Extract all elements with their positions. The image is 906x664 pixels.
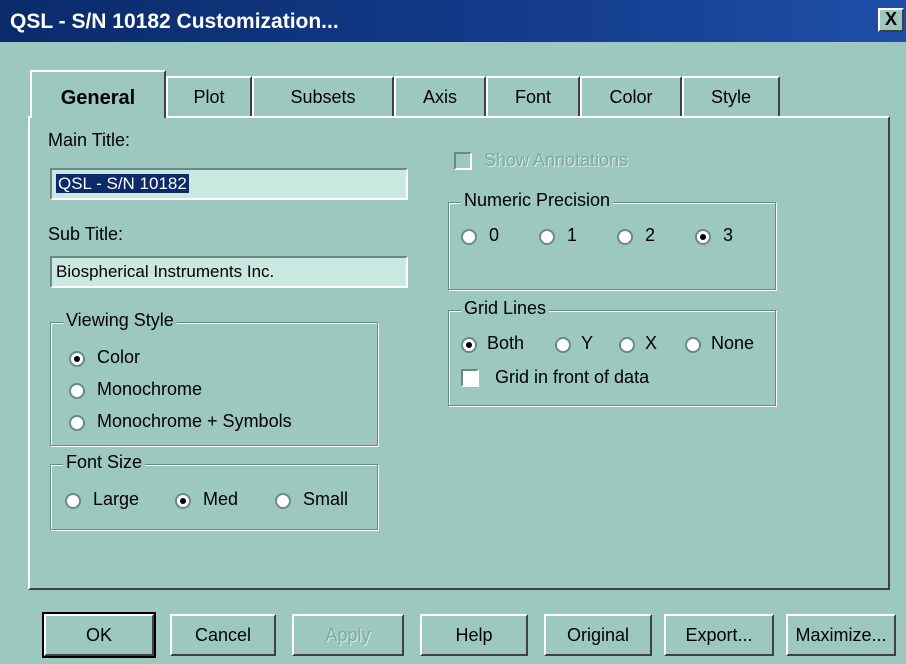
- radio-large-label: Large: [93, 489, 140, 509]
- radio-precision-3-label: 3: [723, 225, 734, 245]
- radio-monochrome-symbols[interactable]: [69, 415, 85, 431]
- apply-label: Apply: [325, 625, 371, 645]
- viewing-style-legend: Viewing Style: [63, 310, 177, 331]
- show-annotations-label: Show Annotations: [484, 150, 629, 170]
- radio-grid-none[interactable]: [685, 337, 701, 353]
- radio-grid-x-label: X: [645, 333, 658, 353]
- window-title: QSL - S/N 10182 Customization...: [10, 10, 339, 33]
- tab-label: Style: [710, 87, 752, 107]
- maximize-label: Maximize...: [795, 625, 887, 645]
- numeric-precision-legend: Numeric Precision: [461, 190, 614, 211]
- ok-label: OK: [85, 625, 112, 645]
- cancel-button[interactable]: Cancel: [170, 614, 276, 656]
- title-bar: QSL - S/N 10182 Customization... X: [0, 0, 906, 42]
- original-button[interactable]: Original: [544, 614, 652, 656]
- ok-button[interactable]: OK: [42, 612, 156, 658]
- radio-grid-both[interactable]: [461, 337, 477, 353]
- radio-small[interactable]: [275, 493, 291, 509]
- radio-color-label: Color: [97, 347, 141, 367]
- sub-title-label: Sub Title:: [48, 224, 124, 244]
- export-button[interactable]: Export...: [664, 614, 774, 656]
- apply-button[interactable]: Apply: [292, 614, 404, 656]
- tab-font[interactable]: Font: [486, 76, 580, 116]
- grid-front-label: Grid in front of data: [495, 367, 650, 387]
- radio-monochrome-label: Monochrome: [97, 379, 203, 399]
- show-annotations-checkbox[interactable]: [454, 152, 472, 170]
- tab-plot[interactable]: Plot: [166, 76, 252, 116]
- tab-style[interactable]: Style: [682, 76, 780, 116]
- radio-large[interactable]: [65, 493, 81, 509]
- tab-label: Subsets: [290, 87, 356, 107]
- grid-lines-group: Grid Lines Both Y X None Grid in front o…: [448, 298, 776, 406]
- radio-med[interactable]: [175, 493, 191, 509]
- maximize-button[interactable]: Maximize...: [786, 614, 896, 656]
- tab-color[interactable]: Color: [580, 76, 682, 116]
- viewing-style-group: Viewing Style Color Monochrome Monochrom…: [50, 310, 378, 446]
- radio-precision-2-label: 2: [645, 225, 656, 245]
- sub-title-value: Biospherical Instruments Inc.: [56, 262, 275, 281]
- radio-grid-none-label: None: [711, 333, 755, 353]
- main-title-value: QSL - S/N 10182: [56, 174, 189, 193]
- radio-precision-0[interactable]: [461, 229, 477, 245]
- radio-monochrome[interactable]: [69, 383, 85, 399]
- font-size-legend: Font Size: [63, 452, 146, 473]
- radio-precision-2[interactable]: [617, 229, 633, 245]
- close-icon: X: [884, 9, 897, 29]
- radio-monochrome-symbols-label: Monochrome + Symbols: [97, 411, 292, 431]
- radio-grid-y[interactable]: [555, 337, 571, 353]
- radio-grid-both-label: Both: [487, 333, 525, 353]
- radio-med-label: Med: [203, 489, 239, 509]
- grid-front-checkbox[interactable]: [461, 369, 479, 387]
- main-title-input[interactable]: QSL - S/N 10182: [50, 168, 408, 200]
- help-label: Help: [455, 625, 493, 645]
- radio-grid-x[interactable]: [619, 337, 635, 353]
- radio-precision-1-label: 1: [567, 225, 578, 245]
- grid-lines-legend: Grid Lines: [461, 298, 550, 319]
- tab-general[interactable]: General: [30, 70, 166, 118]
- radio-precision-3[interactable]: [695, 229, 711, 245]
- tab-label: Color: [609, 87, 653, 107]
- tab-label: General: [60, 87, 136, 109]
- tab-label: Font: [514, 87, 552, 107]
- radio-precision-0-label: 0: [489, 225, 500, 245]
- radio-precision-1[interactable]: [539, 229, 555, 245]
- tab-subsets[interactable]: Subsets: [252, 76, 394, 116]
- main-title-label: Main Title:: [48, 130, 131, 150]
- font-size-group: Font Size Large Med Small: [50, 452, 378, 530]
- tab-axis[interactable]: Axis: [394, 76, 486, 116]
- help-button[interactable]: Help: [420, 614, 528, 656]
- numeric-precision-group: Numeric Precision 0 1 2 3: [448, 190, 776, 290]
- export-label: Export...: [685, 625, 753, 645]
- tab-label: Axis: [422, 87, 457, 107]
- tab-panel-general: Main Title: QSL - S/N 10182 Sub Title: B…: [28, 116, 890, 590]
- original-label: Original: [566, 625, 630, 645]
- sub-title-input[interactable]: Biospherical Instruments Inc.: [50, 256, 408, 288]
- tab-label: Plot: [193, 87, 225, 107]
- radio-grid-y-label: Y: [581, 333, 594, 353]
- close-button[interactable]: X: [878, 8, 904, 32]
- radio-small-label: Small: [303, 489, 349, 509]
- cancel-label: Cancel: [194, 625, 252, 645]
- radio-color[interactable]: [69, 351, 85, 367]
